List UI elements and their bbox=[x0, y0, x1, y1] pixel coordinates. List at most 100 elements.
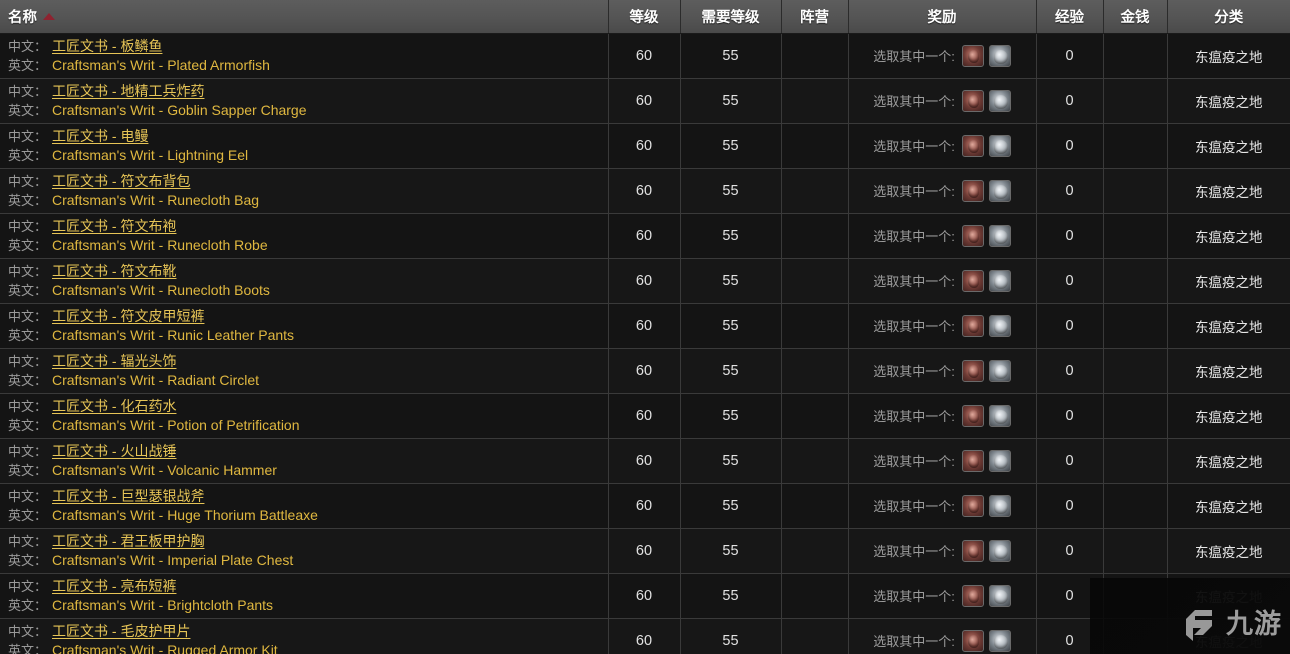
quest-link-chinese[interactable]: 工匠文书 - 地精工兵炸药 bbox=[52, 83, 204, 99]
ore-item-icon[interactable] bbox=[988, 224, 1011, 247]
table-row[interactable]: 中文： 工匠文书 - 辐光头饰 英文： Craftsman's Writ - Radi… bbox=[0, 348, 1290, 394]
column-header-reward[interactable]: 奖励 bbox=[848, 0, 1037, 34]
ore-item-icon[interactable] bbox=[988, 404, 1011, 427]
column-header-faction[interactable]: 阵营 bbox=[781, 0, 849, 34]
name-line-chinese: 中文： 工匠文书 - 符文布靴 bbox=[8, 262, 608, 281]
table-row[interactable]: 中文： 工匠文书 - 君王板甲护胸 英文： Craftsman's Writ - Im… bbox=[0, 528, 1290, 574]
quest-link-chinese[interactable]: 工匠文书 - 板鳞鱼 bbox=[52, 38, 162, 54]
table-row[interactable]: 中文： 工匠文书 - 电鳗 英文： Craftsman's Writ - Lightn… bbox=[0, 123, 1290, 169]
meat-item-icon[interactable] bbox=[961, 584, 984, 607]
column-header-money[interactable]: 金钱 bbox=[1103, 0, 1168, 34]
quest-link-chinese[interactable]: 工匠文书 - 巨型瑟银战斧 bbox=[52, 488, 204, 504]
column-header-category[interactable]: 分类 bbox=[1167, 0, 1290, 34]
table-row[interactable]: 中文： 工匠文书 - 符文布袍 英文： Craftsman's Writ - Rune… bbox=[0, 213, 1290, 259]
cell-reward: 选取其中一个: bbox=[848, 258, 1037, 304]
quest-link-chinese[interactable]: 工匠文书 - 火山战锤 bbox=[52, 443, 176, 459]
meat-item-icon[interactable] bbox=[961, 134, 984, 157]
table-row[interactable]: 中文： 工匠文书 - 板鳞鱼 英文： Craftsman's Writ - Plate… bbox=[0, 33, 1290, 79]
cell-faction bbox=[781, 573, 849, 619]
ore-item-icon[interactable] bbox=[988, 449, 1011, 472]
quest-name-english: Craftsman's Writ - Imperial Plate Chest bbox=[52, 551, 294, 568]
cell-experience: 0 bbox=[1036, 213, 1104, 259]
table-row[interactable]: 中文： 工匠文书 - 符文皮甲短裤 英文： Craftsman's Writ - Ru… bbox=[0, 303, 1290, 349]
reward-choice-group: 选取其中一个: bbox=[855, 449, 1030, 472]
cell-name: 中文： 工匠文书 - 辐光头饰 英文： Craftsman's Writ - Radi… bbox=[0, 348, 609, 394]
meat-item-icon[interactable] bbox=[961, 224, 984, 247]
cell-faction bbox=[781, 303, 849, 349]
label-chinese: 中文： bbox=[8, 353, 48, 369]
quest-link-chinese[interactable]: 工匠文书 - 君王板甲护胸 bbox=[52, 533, 204, 549]
cell-reward: 选取其中一个: bbox=[848, 393, 1037, 439]
cell-reward: 选取其中一个: bbox=[848, 33, 1037, 79]
meat-item-icon[interactable] bbox=[961, 359, 984, 382]
meat-item-icon[interactable] bbox=[961, 539, 984, 562]
meat-item-icon[interactable] bbox=[961, 44, 984, 67]
ore-item-icon[interactable] bbox=[988, 89, 1011, 112]
label-english: 英文： bbox=[8, 417, 48, 433]
reward-choice-group: 选取其中一个: bbox=[855, 359, 1030, 382]
meat-item-icon[interactable] bbox=[961, 404, 984, 427]
sort-ascending-icon[interactable] bbox=[43, 12, 55, 20]
ore-item-icon[interactable] bbox=[988, 134, 1011, 157]
column-header-required-level[interactable]: 需要等级 bbox=[680, 0, 782, 34]
quest-name-english: Craftsman's Writ - Lightning Eel bbox=[52, 146, 249, 163]
cell-reward: 选取其中一个: bbox=[848, 573, 1037, 619]
cell-level: 60 bbox=[608, 573, 681, 619]
quest-link-chinese[interactable]: 工匠文书 - 符文布袍 bbox=[52, 218, 176, 234]
label-english: 英文： bbox=[8, 327, 48, 343]
column-header-name[interactable]: 名称 bbox=[0, 0, 609, 34]
quest-name-english: Craftsman's Writ - Rugged Armor Kit bbox=[52, 641, 278, 654]
name-line-english: 英文： Craftsman's Writ - Runecloth Boots bbox=[8, 281, 608, 300]
ore-item-icon[interactable] bbox=[988, 629, 1011, 652]
meat-item-icon[interactable] bbox=[961, 179, 984, 202]
quest-link-chinese[interactable]: 工匠文书 - 辐光头饰 bbox=[52, 353, 176, 369]
meat-item-icon[interactable] bbox=[961, 314, 984, 337]
cell-name: 中文： 工匠文书 - 地精工兵炸药 英文： Craftsman's Writ - Go… bbox=[0, 78, 609, 124]
table-row[interactable]: 中文： 工匠文书 - 符文布靴 英文： Craftsman's Writ - Rune… bbox=[0, 258, 1290, 304]
ore-item-icon[interactable] bbox=[988, 539, 1011, 562]
meat-item-icon[interactable] bbox=[961, 89, 984, 112]
meat-item-icon[interactable] bbox=[961, 629, 984, 652]
column-header-experience[interactable]: 经验 bbox=[1036, 0, 1104, 34]
column-header-level[interactable]: 等级 bbox=[608, 0, 681, 34]
ore-item-icon[interactable] bbox=[988, 584, 1011, 607]
table-row[interactable]: 中文： 工匠文书 - 化石药水 英文： Craftsman's Writ - Poti… bbox=[0, 393, 1290, 439]
label-english: 英文： bbox=[8, 642, 48, 654]
table-row[interactable]: 中文： 工匠文书 - 毛皮护甲片 英文： Craftsman's Writ - Rug… bbox=[0, 618, 1290, 654]
cell-reward: 选取其中一个: bbox=[848, 618, 1037, 654]
cell-reward: 选取其中一个: bbox=[848, 528, 1037, 574]
cell-reward: 选取其中一个: bbox=[848, 303, 1037, 349]
quest-link-chinese[interactable]: 工匠文书 - 电鳗 bbox=[52, 128, 148, 144]
quest-link-chinese[interactable]: 工匠文书 - 亮布短裤 bbox=[52, 578, 176, 594]
quest-link-chinese[interactable]: 工匠文书 - 毛皮护甲片 bbox=[52, 623, 190, 639]
table-row[interactable]: 中文： 工匠文书 - 火山战锤 英文： Craftsman's Writ - Volc… bbox=[0, 438, 1290, 484]
ore-item-icon[interactable] bbox=[988, 269, 1011, 292]
label-english: 英文： bbox=[8, 102, 48, 118]
label-english: 英文： bbox=[8, 552, 48, 568]
reward-prompt-label: 选取其中一个: bbox=[873, 454, 955, 469]
ore-item-icon[interactable] bbox=[988, 44, 1011, 67]
ore-item-icon[interactable] bbox=[988, 179, 1011, 202]
cell-faction bbox=[781, 33, 849, 79]
ore-item-icon[interactable] bbox=[988, 359, 1011, 382]
meat-item-icon[interactable] bbox=[961, 269, 984, 292]
cell-money bbox=[1103, 123, 1168, 169]
quest-link-chinese[interactable]: 工匠文书 - 符文布背包 bbox=[52, 173, 190, 189]
meat-item-icon[interactable] bbox=[961, 449, 984, 472]
table-row[interactable]: 中文： 工匠文书 - 巨型瑟银战斧 英文： Craftsman's Writ - Hu… bbox=[0, 483, 1290, 529]
cell-category: 东瘟疫之地 bbox=[1167, 303, 1290, 349]
quest-link-chinese[interactable]: 工匠文书 - 符文皮甲短裤 bbox=[52, 308, 204, 324]
quest-link-chinese[interactable]: 工匠文书 - 化石药水 bbox=[52, 398, 176, 414]
table-row[interactable]: 中文： 工匠文书 - 亮布短裤 英文： Craftsman's Writ - Brig… bbox=[0, 573, 1290, 619]
cell-required-level: 55 bbox=[680, 438, 782, 484]
quest-link-chinese[interactable]: 工匠文书 - 符文布靴 bbox=[52, 263, 176, 279]
cell-name: 中文： 工匠文书 - 火山战锤 英文： Craftsman's Writ - Volc… bbox=[0, 438, 609, 484]
table-row[interactable]: 中文： 工匠文书 - 符文布背包 英文： Craftsman's Writ - Run… bbox=[0, 168, 1290, 214]
ore-item-icon[interactable] bbox=[988, 314, 1011, 337]
ore-item-icon[interactable] bbox=[988, 494, 1011, 517]
reward-icon-list bbox=[961, 134, 1011, 157]
table-row[interactable]: 中文： 工匠文书 - 地精工兵炸药 英文： Craftsman's Writ - Go… bbox=[0, 78, 1290, 124]
reward-icon-list bbox=[961, 449, 1011, 472]
cell-name: 中文： 工匠文书 - 符文皮甲短裤 英文： Craftsman's Writ - Ru… bbox=[0, 303, 609, 349]
meat-item-icon[interactable] bbox=[961, 494, 984, 517]
